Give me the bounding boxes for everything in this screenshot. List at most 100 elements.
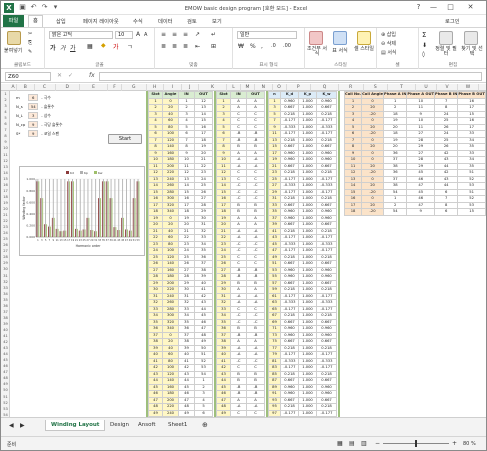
column-header[interactable]: O: [273, 84, 287, 91]
insert-cells-button[interactable]: ⊕ 삽입: [381, 31, 396, 38]
currency-icon[interactable]: ₩: [238, 43, 244, 50]
undo-icon[interactable]: ↶: [29, 3, 38, 12]
cell-style-icon[interactable]: [357, 31, 371, 45]
zoom-out-icon[interactable]: −: [375, 440, 380, 447]
tab-file[interactable]: 파일: [3, 15, 24, 27]
column-header[interactable]: D: [56, 84, 80, 91]
italic-icon[interactable]: 가: [60, 43, 66, 52]
column-header[interactable]: J: [182, 84, 199, 91]
merge-center-icon[interactable]: ⊞: [211, 43, 216, 50]
clear-icon[interactable]: ◊: [422, 51, 425, 58]
column-header[interactable]: H: [147, 84, 164, 91]
column-header[interactable]: R: [339, 84, 364, 91]
start-button[interactable]: Start: [108, 134, 142, 144]
grow-font-icon[interactable]: A: [136, 31, 140, 38]
quick-access-menu-icon[interactable]: ▾: [51, 3, 60, 12]
decrease-decimal-icon[interactable]: .00: [283, 43, 291, 49]
delete-cells-button[interactable]: ⊖ 삭제: [381, 40, 396, 47]
wrap-text-icon[interactable]: ↵: [211, 31, 216, 38]
sheet-area[interactable]: m6- 극수 N_s 54- 슬롯수 N_L 3- 상수 N_cp 9- 극당 슬롯수 S* 9…: [10, 91, 486, 419]
column-header[interactable]: N: [255, 84, 273, 91]
percent-icon[interactable]: %: [250, 43, 256, 50]
column-header[interactable]: U: [416, 84, 437, 91]
increase-decimal-icon[interactable]: .0: [271, 43, 276, 49]
conditional-format-icon[interactable]: [309, 31, 323, 45]
zoom-slider-thumb[interactable]: [415, 440, 417, 447]
paste-button[interactable]: 붙여넣기: [4, 47, 22, 54]
formula-input[interactable]: [99, 72, 482, 81]
zoom-in-icon[interactable]: +: [452, 440, 457, 447]
find-select-icon[interactable]: [464, 31, 478, 45]
fill-icon[interactable]: ⬇: [422, 42, 427, 49]
column-header[interactable]: C: [35, 84, 56, 91]
conditional-format-button[interactable]: 조건부 서식: [305, 47, 329, 57]
parameter-value[interactable]: 9: [28, 121, 39, 128]
table-cell[interactable]: 54: [383, 208, 408, 216]
table-format-button[interactable]: 표 서식: [330, 47, 350, 54]
font-size-select[interactable]: 10: [115, 31, 133, 39]
fill-color-icon[interactable]: ◆: [101, 42, 106, 49]
column-header[interactable]: X: [479, 84, 486, 91]
copy-icon[interactable]: ⎘: [28, 40, 32, 46]
minimize-icon[interactable]: —: [426, 2, 441, 13]
comma-icon[interactable]: ,: [261, 43, 263, 50]
tab-view[interactable]: 보기: [212, 17, 222, 25]
cut-icon[interactable]: ✂: [28, 31, 32, 37]
redo-icon[interactable]: ↷: [40, 3, 49, 12]
orientation-icon[interactable]: ↗: [195, 31, 200, 38]
login-link[interactable]: 로그인: [445, 17, 460, 25]
column-header[interactable]: P: [287, 84, 311, 91]
column-header[interactable]: B: [17, 84, 35, 91]
table-format-icon[interactable]: [333, 31, 347, 45]
indent-icon[interactable]: ⇤: [195, 43, 200, 50]
next-sheet-icon[interactable]: ▶: [15, 420, 30, 431]
zoom-level[interactable]: 80 %: [463, 441, 476, 447]
cancel-formula-icon[interactable]: ✕: [57, 72, 62, 79]
parameter-value[interactable]: 9: [28, 130, 39, 137]
page-break-view-icon[interactable]: ▥: [361, 440, 367, 447]
tab-home[interactable]: 홈: [28, 15, 43, 27]
save-icon[interactable]: ▣: [18, 3, 27, 12]
column-header[interactable]: F: [108, 84, 122, 91]
column-header[interactable]: V: [437, 84, 458, 91]
column-header[interactable]: K: [199, 84, 227, 91]
column-header[interactable]: E: [80, 84, 108, 91]
column-header[interactable]: A: [10, 84, 17, 91]
tab-formulas[interactable]: 수식: [133, 17, 143, 25]
autosum-icon[interactable]: Σ: [422, 31, 426, 39]
table-cell[interactable]: 18: [343, 208, 363, 216]
page-layout-view-icon[interactable]: ▤: [349, 440, 355, 447]
underline-icon[interactable]: 가: [70, 43, 76, 52]
format-painter-icon[interactable]: ✎: [28, 49, 32, 55]
paste-icon[interactable]: [7, 31, 21, 45]
tab-insert[interactable]: 삽입: [56, 17, 66, 25]
number-format-select[interactable]: 일반: [237, 31, 297, 39]
parameter-value[interactable]: 3: [28, 112, 39, 119]
sort-filter-button[interactable]: 정렬 및 필터: [434, 47, 458, 57]
column-header[interactable]: I: [164, 84, 182, 91]
tab-page-layout[interactable]: 페이지 레이아웃: [83, 17, 119, 25]
help-icon[interactable]: ?: [411, 2, 426, 13]
add-sheet-icon[interactable]: ⊕: [197, 420, 213, 431]
column-header[interactable]: M: [241, 84, 255, 91]
maximize-icon[interactable]: □: [443, 2, 458, 13]
format-cells-button[interactable]: ▤ 서식: [381, 49, 397, 56]
column-header[interactable]: G: [122, 84, 147, 91]
close-icon[interactable]: ✕: [463, 2, 478, 13]
enter-formula-icon[interactable]: ✓: [68, 72, 73, 79]
align-left-icon[interactable]: ≣: [161, 43, 166, 50]
tab-review[interactable]: 검토: [187, 17, 197, 25]
sheet-tab-winding-layout[interactable]: Winding Layout: [45, 420, 106, 431]
sheet-tab-sheet1[interactable]: Sheet1: [163, 420, 192, 431]
align-right-icon[interactable]: ≣: [183, 43, 188, 50]
align-center-icon[interactable]: ≣: [172, 43, 177, 50]
sheet-tab-ansoft[interactable]: Ansoft: [133, 420, 160, 431]
bold-icon[interactable]: 가: [50, 43, 56, 52]
column-header[interactable]: S: [364, 84, 388, 91]
insert-function-icon[interactable]: fx: [89, 72, 95, 79]
name-box[interactable]: Z60: [5, 72, 51, 81]
column-header[interactable]: W: [458, 84, 479, 91]
find-select-button[interactable]: 찾기 및 선택: [459, 47, 485, 57]
sort-filter-icon[interactable]: [439, 31, 453, 45]
cell-style-button[interactable]: 셀 스타일: [351, 47, 377, 52]
